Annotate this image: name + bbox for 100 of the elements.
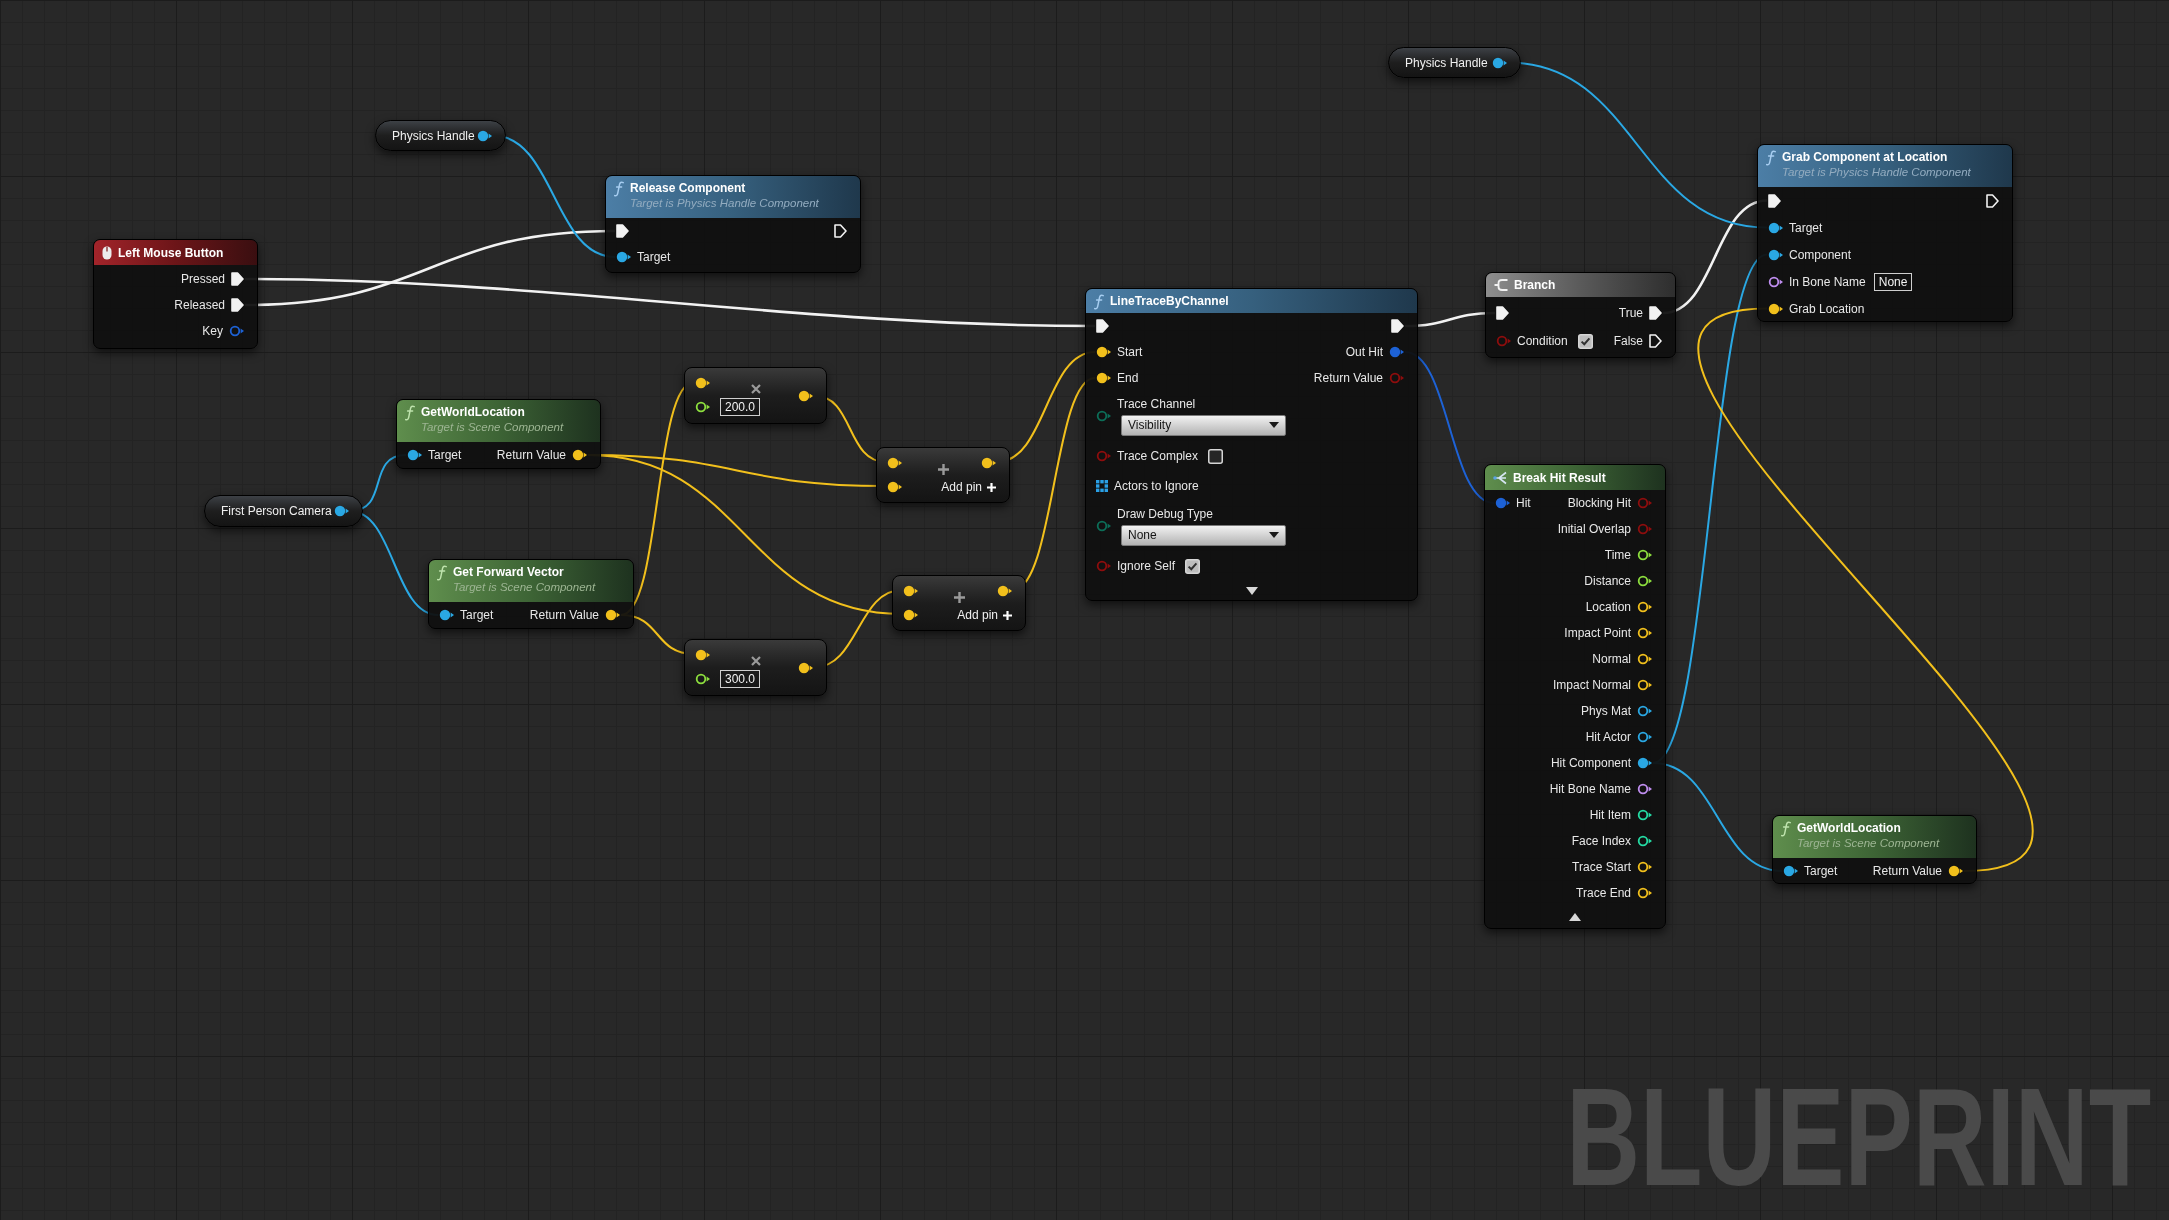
- data-pin-icon[interactable]: [1768, 221, 1783, 234]
- data-pin-icon[interactable]: [798, 661, 813, 674]
- data-pin-icon[interactable]: [1637, 887, 1652, 899]
- data-pin-icon[interactable]: [1637, 549, 1652, 561]
- caret-up-icon[interactable]: [1569, 913, 1581, 921]
- array-pin-icon[interactable]: [1096, 480, 1108, 492]
- data-pin-icon[interactable]: [1637, 861, 1652, 873]
- data-pin-icon[interactable]: [1492, 56, 1507, 69]
- data-pin-icon[interactable]: [1948, 865, 1963, 877]
- data-pin-icon[interactable]: [1768, 275, 1783, 288]
- data-pin-icon[interactable]: [1637, 783, 1652, 795]
- exec-pin-icon[interactable]: [1496, 306, 1509, 320]
- data-pin-icon[interactable]: [334, 505, 349, 517]
- pin-label: Hit Actor: [1585, 729, 1631, 745]
- data-pin-icon[interactable]: [1096, 346, 1111, 358]
- data-pin-icon[interactable]: [1637, 627, 1652, 639]
- data-pin-icon[interactable]: [981, 457, 996, 469]
- blueprint-node[interactable]: Get Forward Vector Target is Scene Component Target Return Value: [428, 559, 634, 629]
- blueprint-node[interactable]: Branch True Condition False: [1485, 272, 1676, 358]
- value-field[interactable]: 200.0: [720, 398, 761, 416]
- data-pin-icon[interactable]: [1783, 865, 1798, 877]
- data-pin-icon[interactable]: [1768, 302, 1783, 315]
- blueprint-node[interactable]: Grab Component at Location Target is Physics Handle Component Target Component In Bone Name None Grab Location: [1757, 144, 2013, 322]
- pin-label: Blocking Hit: [1567, 495, 1631, 511]
- node-subtitle: Target is Scene Component: [1797, 836, 1940, 851]
- data-pin-icon[interactable]: [887, 457, 902, 469]
- pin-label: End: [1117, 370, 1139, 386]
- exec-pin-icon[interactable]: [1986, 193, 1999, 208]
- blueprint-node[interactable]: LineTraceByChannel Start Out Hit End Return Value Trace Channel Visibility Trace Complex Actors to Ignore Draw Debug Type None Ignore Self: [1085, 288, 1418, 601]
- multiply-icon: [751, 384, 761, 394]
- data-pin-icon[interactable]: [1637, 809, 1652, 821]
- blueprint-node[interactable]: Break Hit Result Hit Blocking Hit Initial Overlap Time Distance Location Impact Point Normal Impact Normal Phys Mat Hit Actor Hit Component Hit Bone Name Hit Item Face Index Trace Start Trace End: [1484, 464, 1666, 929]
- checkbox[interactable]: [1577, 333, 1593, 349]
- pin-label: Normal: [1592, 651, 1631, 667]
- add-pin-button[interactable]: Add pin: [957, 603, 1012, 627]
- data-pin-icon[interactable]: [1637, 653, 1652, 665]
- data-pin-icon[interactable]: [695, 377, 710, 389]
- data-pin-icon[interactable]: [1637, 575, 1652, 587]
- blueprint-node[interactable]: GetWorldLocation Target is Scene Component Target Return Value: [1772, 815, 1977, 884]
- pin-label: Return Value: [529, 607, 599, 623]
- exec-pin-icon[interactable]: [1649, 334, 1662, 348]
- data-pin-icon[interactable]: [1637, 705, 1652, 717]
- data-pin-icon[interactable]: [1096, 372, 1111, 384]
- function-icon: [1094, 293, 1104, 310]
- blueprint-node[interactable]: Release Component Target is Physics Handle Component Target: [605, 175, 861, 273]
- multiply-icon: [751, 656, 761, 666]
- data-pin-icon[interactable]: [1637, 601, 1652, 613]
- data-pin-icon[interactable]: [572, 449, 587, 461]
- data-pin-icon[interactable]: [887, 481, 902, 493]
- exec-pin-icon[interactable]: [1391, 319, 1404, 333]
- data-pin-icon[interactable]: [695, 673, 710, 685]
- data-pin-icon[interactable]: [695, 649, 710, 661]
- variable-node[interactable]: Physics Handle: [1388, 47, 1521, 78]
- checkbox[interactable]: [1185, 558, 1201, 574]
- data-pin-icon[interactable]: [1637, 731, 1652, 743]
- variable-node[interactable]: First Person Camera: [204, 495, 363, 527]
- exec-pin-icon[interactable]: [1649, 306, 1662, 320]
- exec-pin-icon[interactable]: [1768, 193, 1781, 208]
- exec-pin-icon[interactable]: [231, 272, 244, 286]
- math-node[interactable]: 200.0: [684, 367, 827, 424]
- node-title: LineTraceByChannel: [1110, 293, 1229, 309]
- math-node[interactable]: Add pin: [892, 575, 1026, 631]
- blueprint-node[interactable]: Left Mouse Button Pressed Released Key: [93, 239, 258, 349]
- data-pin-icon[interactable]: [407, 449, 422, 461]
- data-pin-icon[interactable]: [1637, 757, 1652, 769]
- value-field[interactable]: None: [1873, 272, 1913, 291]
- dropdown[interactable]: None: [1121, 524, 1286, 546]
- node-subtitle: Target is Physics Handle Component: [1782, 165, 1971, 180]
- math-node[interactable]: Add pin: [876, 447, 1010, 503]
- data-pin-icon[interactable]: [477, 129, 492, 142]
- pin-label: Phys Mat: [1581, 703, 1631, 719]
- plus-icon: [1003, 610, 1012, 620]
- exec-pin-icon[interactable]: [1096, 319, 1109, 333]
- data-pin-icon[interactable]: [798, 389, 813, 402]
- value-field[interactable]: 300.0: [720, 670, 761, 688]
- dropdown[interactable]: Visibility: [1121, 414, 1286, 436]
- data-pin-icon[interactable]: [1637, 835, 1652, 847]
- exec-pin-icon[interactable]: [616, 224, 629, 238]
- data-pin-icon[interactable]: [903, 585, 918, 597]
- blueprint-node[interactable]: GetWorldLocation Target is Scene Component Target Return Value: [396, 399, 601, 469]
- math-node[interactable]: 300.0: [684, 639, 827, 696]
- data-pin-icon[interactable]: [616, 251, 631, 263]
- exec-pin-icon[interactable]: [231, 298, 244, 312]
- data-pin-icon[interactable]: [695, 401, 710, 413]
- data-pin-icon[interactable]: [903, 609, 918, 621]
- exec-pin-icon[interactable]: [834, 224, 847, 238]
- data-pin-icon[interactable]: [1637, 679, 1652, 691]
- node-subtitle: Target is Scene Component: [421, 420, 564, 435]
- data-pin-icon[interactable]: [439, 609, 454, 621]
- data-pin-icon[interactable]: [605, 609, 620, 621]
- add-pin-button[interactable]: Add pin: [941, 475, 996, 499]
- data-pin-icon[interactable]: [1768, 248, 1783, 261]
- data-pin-icon[interactable]: [997, 585, 1012, 597]
- variable-node[interactable]: Physics Handle: [375, 120, 506, 151]
- pin-label: Trace End: [1576, 885, 1631, 901]
- caret-down-icon: [1269, 532, 1279, 538]
- caret-down-icon[interactable]: [1245, 586, 1258, 595]
- node-title: Break Hit Result: [1513, 469, 1606, 486]
- caret-down-icon: [1269, 422, 1279, 428]
- checkbox[interactable]: [1207, 448, 1223, 464]
